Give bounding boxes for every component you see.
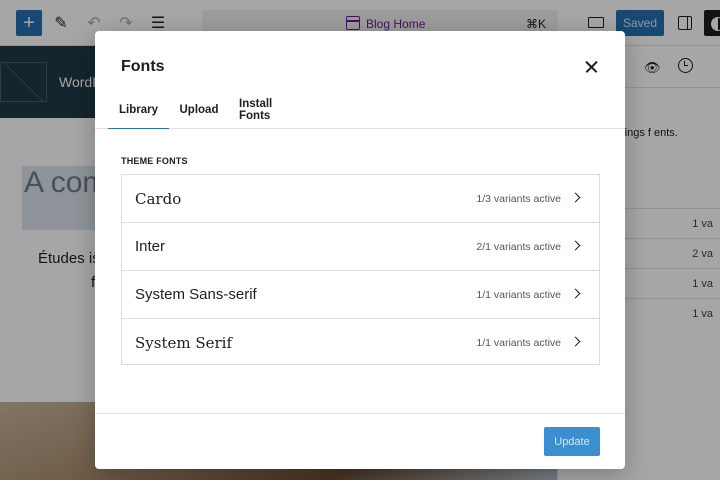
chevron-right-icon bbox=[570, 192, 581, 203]
font-name: Inter bbox=[135, 238, 166, 255]
font-name: System Serif bbox=[135, 334, 233, 352]
font-variants-status: 1/1 variants active bbox=[476, 289, 561, 301]
font-row-inter[interactable]: Inter 2/1 variants active bbox=[122, 223, 599, 271]
close-icon[interactable] bbox=[579, 55, 603, 79]
tab-upload[interactable]: Upload bbox=[179, 91, 219, 128]
section-label: THEME FONTS bbox=[121, 156, 188, 166]
tab-library[interactable]: Library bbox=[108, 91, 169, 129]
modal-tabs: Library Upload Install Fonts bbox=[95, 91, 625, 129]
font-row-cardo[interactable]: Cardo 1/3 variants active bbox=[122, 175, 599, 223]
font-row-system-serif[interactable]: System Serif 1/1 variants active bbox=[122, 319, 599, 367]
modal-title: Fonts bbox=[121, 58, 165, 75]
chevron-right-icon bbox=[570, 336, 581, 347]
chevron-right-icon bbox=[570, 288, 581, 299]
font-variants-status: 1/1 variants active bbox=[476, 337, 561, 349]
font-list: Cardo 1/3 variants active Inter 2/1 vari… bbox=[121, 174, 600, 365]
chevron-right-icon bbox=[570, 240, 581, 251]
fonts-modal: Fonts Library Upload Install Fonts THEME… bbox=[95, 31, 625, 469]
font-name: System Sans-serif bbox=[135, 286, 257, 303]
font-name: Cardo bbox=[135, 190, 182, 208]
font-row-system-sans-serif[interactable]: System Sans-serif 1/1 variants active bbox=[122, 271, 599, 319]
font-variants-status: 2/1 variants active bbox=[476, 241, 561, 253]
font-variants-status: 1/3 variants active bbox=[476, 193, 561, 205]
modal-footer: Update bbox=[95, 413, 625, 469]
tab-install-fonts[interactable]: Install Fonts bbox=[239, 91, 303, 128]
update-button[interactable]: Update bbox=[544, 427, 600, 456]
